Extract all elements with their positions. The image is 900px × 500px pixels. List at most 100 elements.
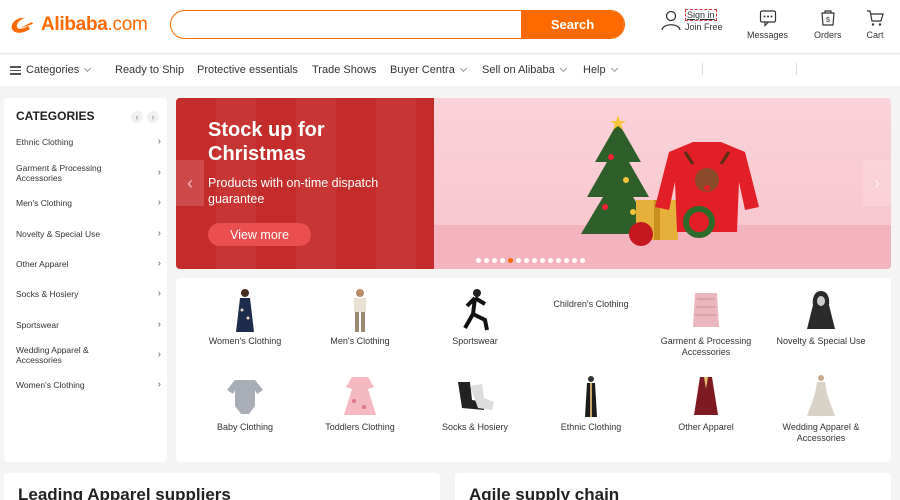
carousel-dot[interactable] [532,258,537,263]
category-item[interactable]: Men's Clothing › [16,198,161,209]
supply-chain-card[interactable]: Agile supply chain [455,473,891,500]
orders-button[interactable]: $ Orders [814,9,842,40]
carousel-dot[interactable] [492,258,497,263]
category-item[interactable]: Wedding Apparel & Accessories › [16,345,161,365]
nav-buyer-centra[interactable]: Buyer Centra [390,64,467,76]
product-tile[interactable]: Sportswear [417,288,533,347]
carousel-dot[interactable] [580,258,585,263]
nav-label: Help [583,64,606,76]
carousel-dot[interactable] [508,258,513,263]
carousel-dot[interactable] [484,258,489,263]
product-label: Toddlers Clothing [325,422,395,432]
menu-icon [10,64,21,77]
product-tile[interactable]: Toddlers Clothing [302,374,418,433]
sign-in-link[interactable]: Sign in [685,9,717,21]
categories-title: CATEGORIES [16,109,95,123]
messages-button[interactable]: Messages [747,9,788,40]
nav-divider [702,63,703,75]
search-button[interactable]: Search [521,11,624,38]
chevron-left-icon[interactable]: ‹ [176,160,204,206]
product-tile[interactable]: Women's Clothing [187,288,303,347]
socks-icon [453,374,497,418]
product-tile[interactable]: Wedding Apparel & Accessories [763,374,879,444]
nav-sell-on-alibaba[interactable]: Sell on Alibaba [482,64,567,76]
category-item[interactable]: Women's Clothing › [16,379,161,391]
category-item[interactable]: Garment & Processing Accessories › [16,163,161,183]
chevron-down-icon [559,64,567,73]
product-tile[interactable]: Men's Clothing [302,288,418,347]
banner-title: Stock up for Christmas [208,119,325,165]
message-icon [759,10,776,27]
carousel-dots [476,258,585,263]
nav-trade-shows[interactable]: Trade Shows [312,64,376,76]
carousel-dot[interactable] [476,258,481,263]
product-tile[interactable]: Other Apparel [648,374,764,433]
product-label: Other Apparel [678,422,734,432]
user-icon [661,10,681,31]
carousel-dot[interactable] [524,258,529,263]
fabric-icon [684,288,728,332]
search-bar: Search [170,10,625,39]
nav-protective-essentials[interactable]: Protective essentials [197,64,298,76]
carousel-dot[interactable] [572,258,577,263]
dress-icon [223,288,267,332]
nav-label: Ready to Ship [115,64,185,76]
carousel-dot[interactable] [500,258,505,263]
view-more-button[interactable]: View more [208,223,311,246]
carousel-dot[interactable] [516,258,521,263]
product-label: Novelty & Special Use [776,336,866,346]
product-tile[interactable]: Garment & Processing Accessories [648,288,764,358]
chevron-right-icon: › [157,288,161,299]
costume-icon [799,288,843,332]
carousel-dot[interactable] [556,258,561,263]
chevron-right-icon: › [157,379,161,390]
search-input[interactable] [181,14,511,36]
product-tile[interactable]: Novelty & Special Use [763,288,879,347]
product-label: Garment & Processing Accessories [660,336,752,357]
cart-button[interactable]: Cart [866,9,884,40]
nav-ready-to-ship[interactable]: Ready to Ship [115,64,184,76]
carousel-dot[interactable] [564,258,569,263]
nav-categories[interactable]: Categories [10,64,92,77]
nav-help[interactable]: Help [583,64,618,76]
join-free-link[interactable]: Join Free [685,21,723,33]
category-label: Other Apparel [16,259,69,269]
messages-label: Messages [747,30,789,40]
nav-categories-label: Categories [26,64,80,77]
kids-dress-icon [338,374,382,418]
man-icon [338,288,382,332]
carousel-dot[interactable] [540,258,545,263]
wedding-dress-icon [799,374,843,418]
chevron-right-icon: › [157,167,161,178]
promo-banner[interactable]: ‹ › Stock up for Christmas Products with… [176,98,891,269]
product-label: Socks & Hosiery [441,422,509,432]
cart-label: Cart [866,30,884,40]
product-tile[interactable]: Ethnic Clothing [533,374,649,433]
logo-suffix: .com [107,14,148,35]
category-item[interactable]: Socks & Hosiery › [16,288,161,300]
product-tile[interactable]: Socks & Hosiery [417,374,533,433]
product-label: Men's Clothing [330,336,390,346]
account-menu[interactable]: Sign in Join Free [660,9,723,33]
category-label: Sportswear [16,320,59,330]
category-item[interactable]: Novelty & Special Use › [16,229,161,240]
alibaba-logo[interactable]: Alibaba.com [8,12,148,38]
chevron-right-icon[interactable]: › [147,111,159,123]
category-item[interactable]: Other Apparel › [16,259,161,270]
category-item[interactable]: Sportswear › [16,320,161,331]
chevron-right-icon[interactable]: › [863,160,891,206]
carousel-dot[interactable] [548,258,553,263]
categories-panel: CATEGORIES ‹ › Ethnic Clothing › Garment … [4,98,167,462]
product-label: Baby Clothing [216,422,274,432]
product-label: Children's Clothing [553,299,629,309]
category-item[interactable]: Ethnic Clothing › [16,137,161,148]
robe-icon [684,374,728,418]
runner-icon [453,288,497,332]
christmas-illustration [581,115,759,246]
product-tile[interactable]: Children's Clothing [533,295,649,310]
product-tile[interactable]: Baby Clothing [187,374,303,433]
suppliers-card[interactable]: Leading Apparel suppliers [4,473,440,500]
category-label: Ethnic Clothing [16,137,74,147]
supply-chain-card-title: Agile supply chain [469,485,620,500]
chevron-left-icon[interactable]: ‹ [131,111,143,123]
